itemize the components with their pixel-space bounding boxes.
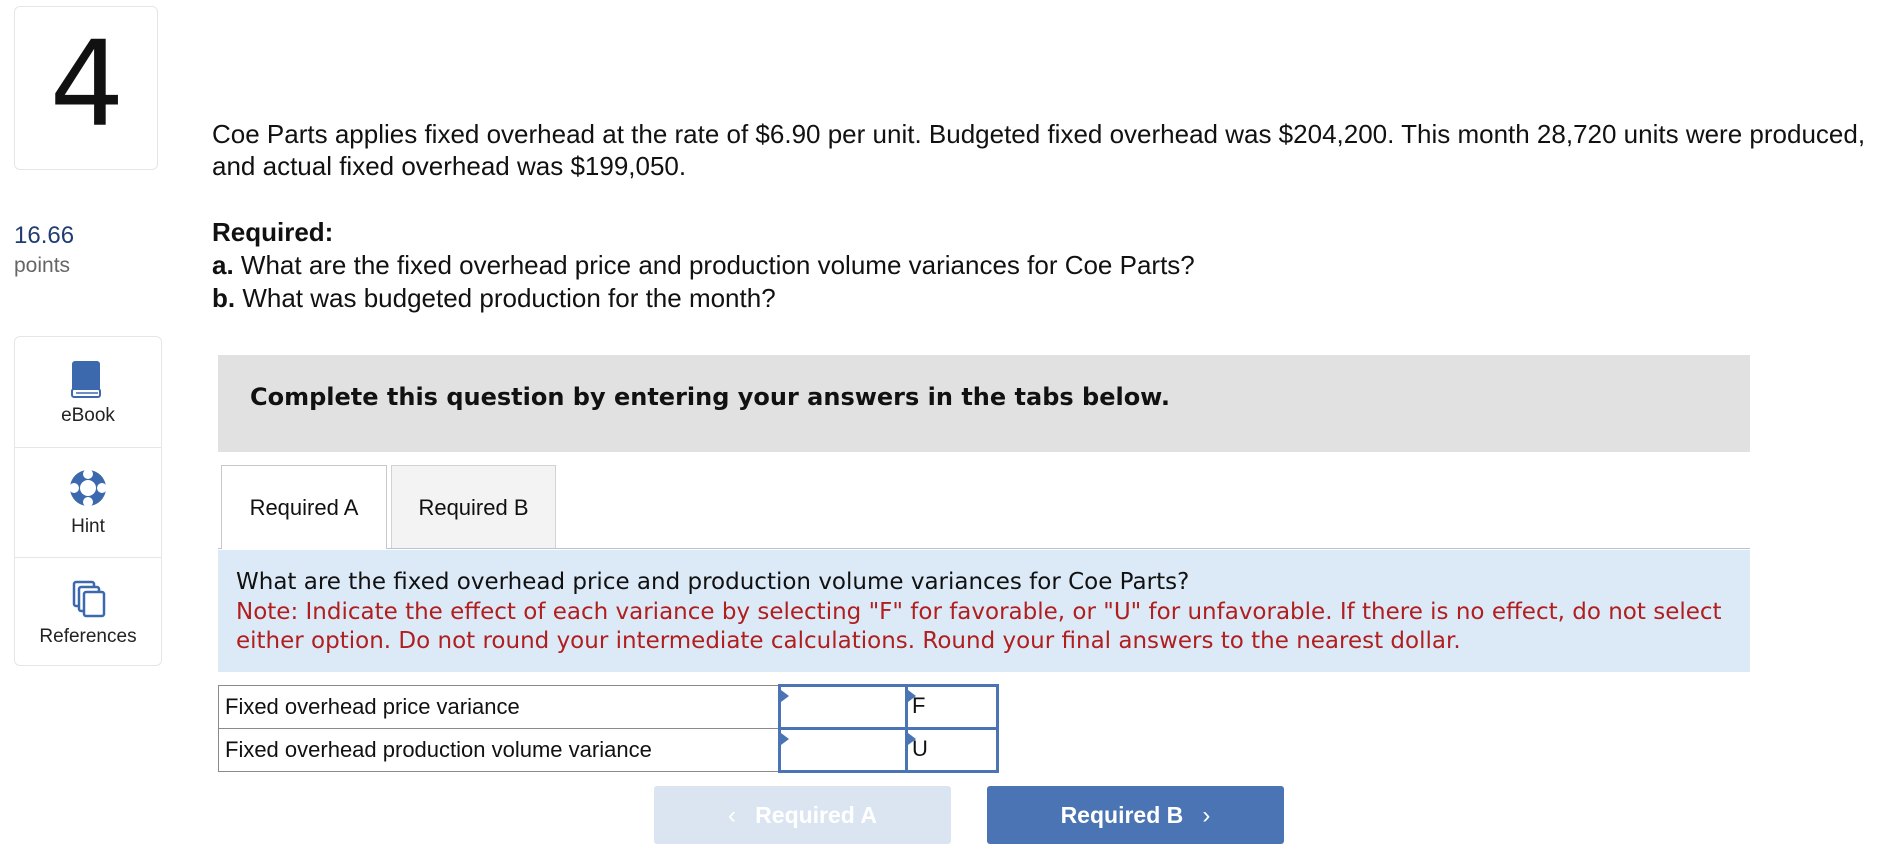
banner-text: Complete this question by entering your … — [250, 383, 1170, 411]
input-marker-icon — [781, 690, 789, 702]
table-row: Fixed overhead production volume varianc… — [218, 727, 999, 773]
documents-icon — [72, 580, 106, 618]
chevron-left-icon: ‹ — [728, 802, 736, 829]
table-row: Fixed overhead price variance F — [218, 684, 999, 730]
req-b-text: What was budgeted production for the mon… — [235, 283, 776, 313]
references-label: References — [39, 626, 137, 647]
required-heading: Required: — [212, 217, 334, 247]
answer-table: Fixed overhead price variance F Fixed ov… — [218, 684, 999, 773]
question-prompt: Coe Parts applies fixed overhead at the … — [212, 119, 1866, 181]
points-label: points — [14, 254, 71, 277]
req-a-text: What are the fixed overhead price and pr… — [233, 250, 1195, 280]
requirement-a: a. What are the fixed overhead price and… — [212, 250, 1195, 281]
req-a-prefix: a. — [212, 250, 234, 280]
volume-variance-effect-select[interactable]: U — [905, 727, 999, 773]
instructions-banner: Complete this question by entering your … — [218, 355, 1750, 452]
points-value: 16.66 — [14, 222, 75, 249]
question-number-box: 4 — [14, 6, 158, 170]
requirement-b: b. What was budgeted production for the … — [212, 283, 776, 314]
price-variance-effect-select[interactable]: F — [905, 684, 999, 730]
volume-variance-amount-input[interactable] — [778, 727, 908, 773]
references-button[interactable]: References — [15, 557, 161, 668]
tab-divider — [218, 548, 1750, 549]
lifebuoy-icon — [69, 469, 107, 507]
tab-required-b[interactable]: Required B — [391, 465, 556, 549]
row-label-volume-variance: Fixed overhead production volume varianc… — [218, 728, 780, 772]
next-required-b-button[interactable]: Required B › — [987, 786, 1284, 844]
book-icon — [71, 361, 101, 398]
instructions-note: Note: Indicate the effect of each varian… — [236, 599, 1722, 654]
volume-variance-effect-value: U — [912, 736, 928, 761]
prev-required-a-button[interactable]: ‹ Required A — [654, 786, 951, 844]
hint-button[interactable]: Hint — [15, 447, 161, 558]
ebook-label: eBook — [61, 405, 115, 426]
row-label-price-variance: Fixed overhead price variance — [218, 685, 780, 729]
input-marker-icon — [781, 733, 789, 745]
price-variance-effect-value: F — [912, 693, 926, 718]
question-number: 4 — [49, 15, 125, 153]
req-b-prefix: b. — [212, 283, 236, 313]
prev-label: Required A — [755, 802, 877, 828]
chevron-right-icon: › — [1202, 802, 1211, 829]
instructions-question: What are the fixed overhead price and pr… — [236, 569, 1190, 595]
hint-label: Hint — [71, 516, 105, 537]
price-variance-amount-input[interactable] — [778, 684, 908, 730]
ebook-button[interactable]: eBook — [15, 337, 161, 447]
tools-panel: eBook Hint References — [14, 336, 162, 666]
next-label: Required B — [1060, 802, 1184, 828]
tab-instructions: What are the fixed overhead price and pr… — [218, 550, 1750, 672]
tab-required-a[interactable]: Required A — [221, 465, 387, 549]
